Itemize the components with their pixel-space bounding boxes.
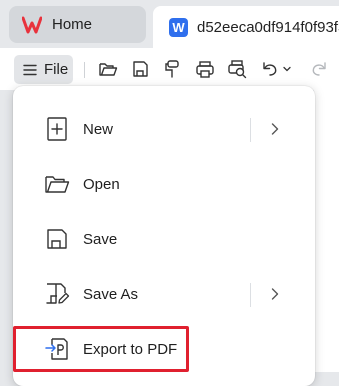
left-side-panel (0, 90, 14, 372)
undo-icon[interactable] (259, 58, 281, 80)
folder-icon (43, 170, 71, 198)
chevron-right-icon[interactable] (267, 121, 283, 137)
hamburger-icon (23, 64, 37, 75)
menu-item-open[interactable]: Open (13, 159, 315, 209)
menu-item-open-label: Open (83, 175, 120, 193)
menu-item-save[interactable]: Save (13, 214, 315, 264)
tab-document-label: d52eeca0df914f0f93f3 (197, 18, 339, 36)
paint-format-icon[interactable] (161, 58, 183, 80)
redo-icon[interactable] (308, 58, 330, 80)
toolbar: File (0, 48, 339, 90)
print-preview-icon[interactable] (226, 58, 248, 80)
menu-item-save-as-label: Save As (83, 285, 139, 303)
toolbar-divider (84, 62, 85, 78)
open-folder-icon[interactable] (97, 58, 119, 80)
dropdown-arrow-icon[interactable] (280, 58, 294, 80)
save-icon[interactable] (129, 58, 151, 80)
tab-bar: Home W d52eeca0df914f0f93f3 (0, 0, 339, 48)
tab-home-label: Home (52, 16, 93, 33)
highlight-box (13, 326, 189, 372)
menu-item-save-as[interactable]: Save As (13, 269, 315, 319)
new-document-icon (43, 115, 71, 143)
menu-item-new[interactable]: New (13, 104, 315, 154)
file-menu-button[interactable]: File (14, 55, 73, 84)
wps-logo-icon (22, 16, 42, 33)
menu-item-save-label: Save (83, 230, 118, 248)
document-canvas (314, 90, 339, 372)
print-icon[interactable] (194, 58, 216, 80)
tab-home[interactable]: Home (9, 6, 146, 43)
tab-document[interactable]: W d52eeca0df914f0f93f3 (153, 6, 339, 48)
chevron-right-icon[interactable] (267, 286, 283, 302)
menu-item-new-label: New (83, 120, 114, 138)
writer-doc-icon: W (169, 17, 188, 37)
submenu-divider (250, 283, 251, 307)
submenu-divider (250, 118, 251, 142)
save-as-icon (43, 280, 71, 308)
file-menu-label: File (44, 61, 69, 78)
save-icon (43, 225, 71, 253)
